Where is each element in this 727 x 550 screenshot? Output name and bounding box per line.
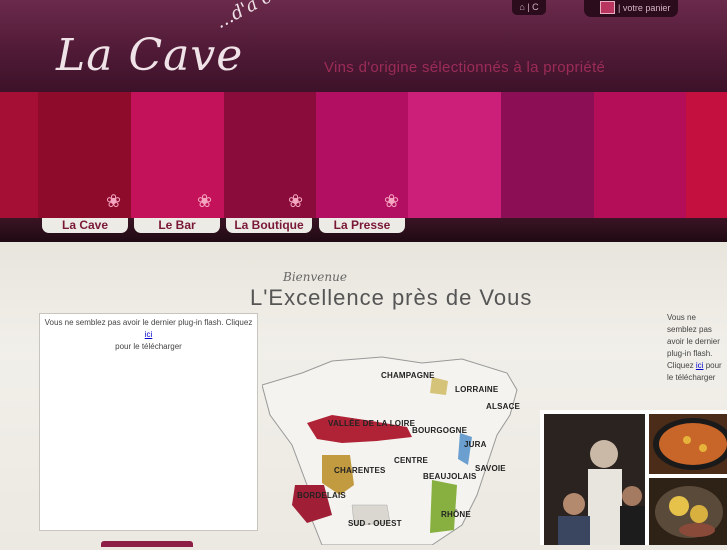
tab-la-presse[interactable]: La Presse [319, 218, 405, 233]
flash-placeholder-right: Vous ne semblez pas avoir le dernier plu… [667, 312, 727, 384]
flower-icon: ❀ [106, 191, 122, 211]
tab-la-boutique[interactable]: La Boutique [226, 218, 312, 233]
flower-icon: ❀ [288, 191, 304, 211]
flower-icon: ❀ [384, 191, 400, 211]
flash-download-link-right[interactable]: ici [696, 361, 704, 370]
cart-link[interactable]: | votre panier [584, 0, 678, 17]
wine-regions-map[interactable]: CHAMPAGNE LORRAINE ALSACE VALLÉE DE LA L… [261, 355, 532, 546]
red-tab-decoration [101, 541, 193, 547]
top-links: ⌂ | C | votre panier [500, 0, 680, 17]
map-label[interactable]: CENTRE [394, 456, 428, 465]
stripe [408, 92, 501, 218]
map-label[interactable]: SAVOIE [475, 464, 506, 473]
stripe: ❀ [316, 92, 408, 218]
cart-label: | votre panier [618, 3, 671, 13]
photo-paella-image [649, 414, 727, 474]
stripe [0, 92, 38, 218]
map-label[interactable]: BOURGOGNE [412, 426, 467, 435]
stripe [594, 92, 686, 218]
photo-people[interactable] [544, 414, 645, 545]
photo-people-image [544, 414, 645, 545]
photo-paella[interactable] [649, 414, 727, 474]
map-label[interactable]: JURA [464, 440, 487, 449]
map-label[interactable]: BEAUJOLAIS [423, 472, 477, 481]
map-label[interactable]: VALLÉE DE LA LOIRE [328, 419, 415, 428]
map-label[interactable]: BORDELAIS [297, 491, 346, 500]
stripe [501, 92, 594, 218]
stripe: ❀ [224, 92, 316, 218]
tagline: Vins d'origine sélectionnés à la proprié… [324, 59, 606, 76]
flower-icon: ❀ [197, 191, 213, 211]
stripe: ❀ [38, 92, 131, 218]
page-title: L'Excellence près de Vous [250, 285, 533, 310]
map-label[interactable]: RHÔNE [441, 510, 471, 519]
map-label[interactable]: CHARENTES [334, 466, 386, 475]
stripe: ❀ [131, 92, 224, 218]
map-label[interactable]: CHAMPAGNE [381, 371, 435, 380]
map-label[interactable]: ALSACE [486, 402, 520, 411]
flash-notice-text-end: pour le télécharger [115, 342, 182, 351]
home-link[interactable]: ⌂ | C [512, 0, 546, 15]
main-nav: La Cave Le Bar La Boutique La Presse [0, 218, 727, 242]
color-stripes: ❀ ❀ ❀ ❀ [0, 92, 727, 218]
stripe [686, 92, 727, 218]
flash-download-link[interactable]: ici [145, 330, 153, 339]
cart-icon [600, 1, 615, 15]
tab-le-bar[interactable]: Le Bar [134, 218, 220, 233]
map-label[interactable]: SUD - OUEST [348, 519, 402, 528]
logo[interactable]: La Cave [56, 30, 243, 81]
welcome-label: Bienvenue [283, 270, 347, 284]
map-label[interactable]: LORRAINE [455, 385, 498, 394]
logo-subtitle: ...d'à côté [212, 0, 301, 33]
photo-dish[interactable] [649, 478, 727, 545]
tab-la-cave[interactable]: La Cave [42, 218, 128, 233]
flash-notice-text: Vous ne semblez pas avoir le dernier plu… [44, 318, 253, 327]
photo-dish-image [649, 478, 727, 545]
header: La Cave ...d'à côté Vins d'origine sélec… [0, 0, 727, 92]
flash-placeholder: Vous ne semblez pas avoir le dernier plu… [39, 313, 258, 531]
france-map [261, 356, 518, 546]
